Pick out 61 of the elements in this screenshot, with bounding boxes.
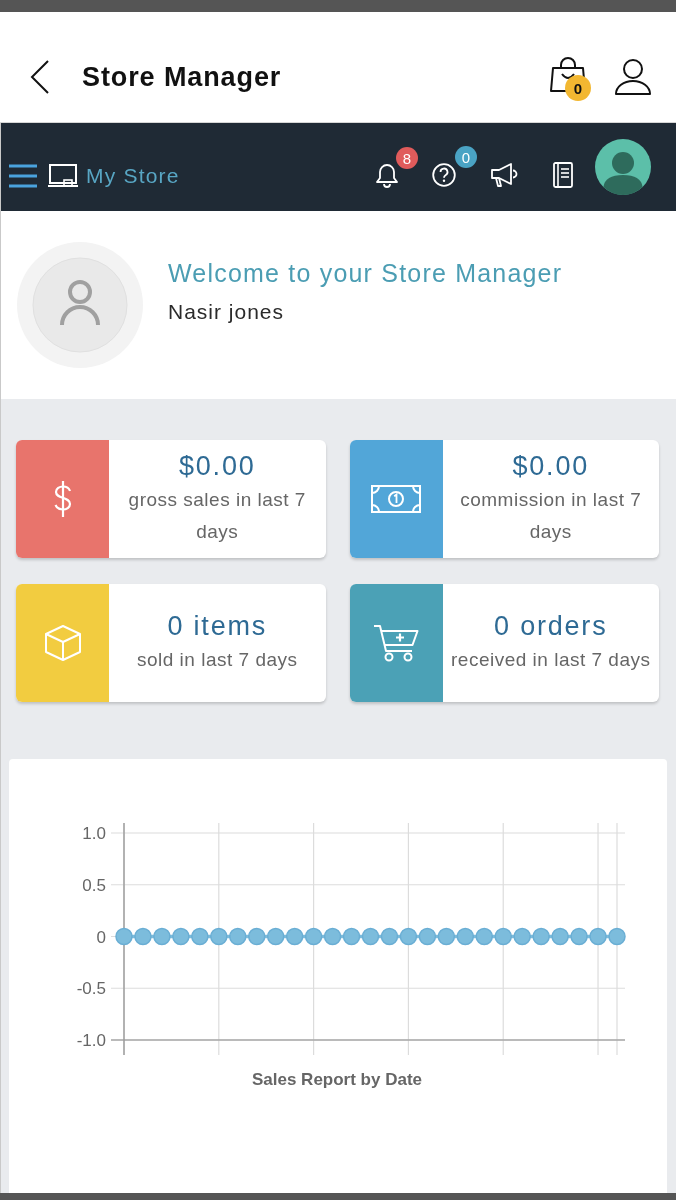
banknote-icon bbox=[371, 485, 421, 513]
data-point bbox=[248, 927, 266, 946]
data-point bbox=[494, 927, 512, 946]
data-point bbox=[115, 927, 133, 946]
data-point bbox=[342, 927, 361, 946]
menu-icon[interactable] bbox=[9, 164, 37, 188]
data-point bbox=[456, 927, 475, 946]
data-point bbox=[532, 927, 550, 946]
y-tick-label: 0 bbox=[96, 927, 106, 947]
stat-label: commission in last 7 days bbox=[459, 487, 643, 544]
megaphone-icon[interactable] bbox=[490, 162, 518, 188]
data-point bbox=[475, 927, 493, 946]
stat-value: $0.00 bbox=[178, 450, 256, 481]
welcome-title: Welcome to your Store Manager bbox=[168, 258, 563, 288]
user-icon[interactable] bbox=[614, 58, 652, 96]
count-badge: 8 bbox=[396, 147, 418, 169]
data-point bbox=[513, 927, 531, 946]
stat-value: $0.00 bbox=[512, 450, 590, 481]
data-point bbox=[361, 927, 380, 946]
y-tick-label: -0.5 bbox=[76, 979, 106, 999]
data-point bbox=[191, 927, 209, 946]
data-point bbox=[399, 927, 418, 946]
data-point bbox=[380, 927, 399, 946]
y-tick-label: -1.0 bbox=[76, 1031, 106, 1050]
count-badge: 0 bbox=[455, 146, 477, 168]
data-point bbox=[285, 927, 304, 946]
data-point bbox=[323, 927, 342, 946]
data-point bbox=[570, 927, 588, 946]
cart-plus-icon bbox=[373, 623, 419, 663]
data-point bbox=[153, 927, 171, 946]
book-icon[interactable] bbox=[552, 162, 574, 188]
data-point bbox=[134, 927, 152, 946]
help-icon[interactable] bbox=[432, 163, 456, 187]
profile-avatar-icon[interactable] bbox=[595, 139, 651, 195]
data-point bbox=[304, 927, 323, 946]
bell-icon[interactable] bbox=[376, 162, 398, 188]
stat-value: 0 orders bbox=[494, 610, 608, 641]
cart-count-badge: 0 bbox=[565, 75, 591, 101]
chart-title: Sales Report by Date bbox=[251, 1070, 423, 1089]
back-icon[interactable] bbox=[30, 59, 50, 95]
data-point bbox=[437, 927, 456, 946]
cube-icon bbox=[42, 623, 83, 663]
y-tick-label: 1.0 bbox=[82, 824, 106, 843]
user-name: Nasir jones bbox=[168, 299, 285, 325]
stat-value: 0 items bbox=[167, 610, 268, 641]
data-point bbox=[229, 927, 247, 946]
data-point bbox=[608, 927, 626, 946]
data-point bbox=[210, 927, 228, 946]
stat-label: gross sales in last 7 days bbox=[127, 487, 307, 544]
stat-label: received in last 7 days bbox=[451, 647, 651, 672]
data-point bbox=[418, 927, 437, 946]
monitor-icon bbox=[48, 164, 78, 188]
data-point bbox=[266, 927, 285, 946]
data-point bbox=[551, 927, 569, 946]
stat-label: sold in last 7 days bbox=[137, 647, 298, 672]
data-point bbox=[589, 927, 607, 946]
data-point bbox=[172, 927, 190, 946]
user-avatar-icon bbox=[17, 242, 143, 368]
page-title: Store Manager bbox=[82, 61, 282, 93]
y-tick-label: 0.5 bbox=[82, 875, 106, 895]
store-link[interactable]: My Store bbox=[48, 164, 180, 188]
